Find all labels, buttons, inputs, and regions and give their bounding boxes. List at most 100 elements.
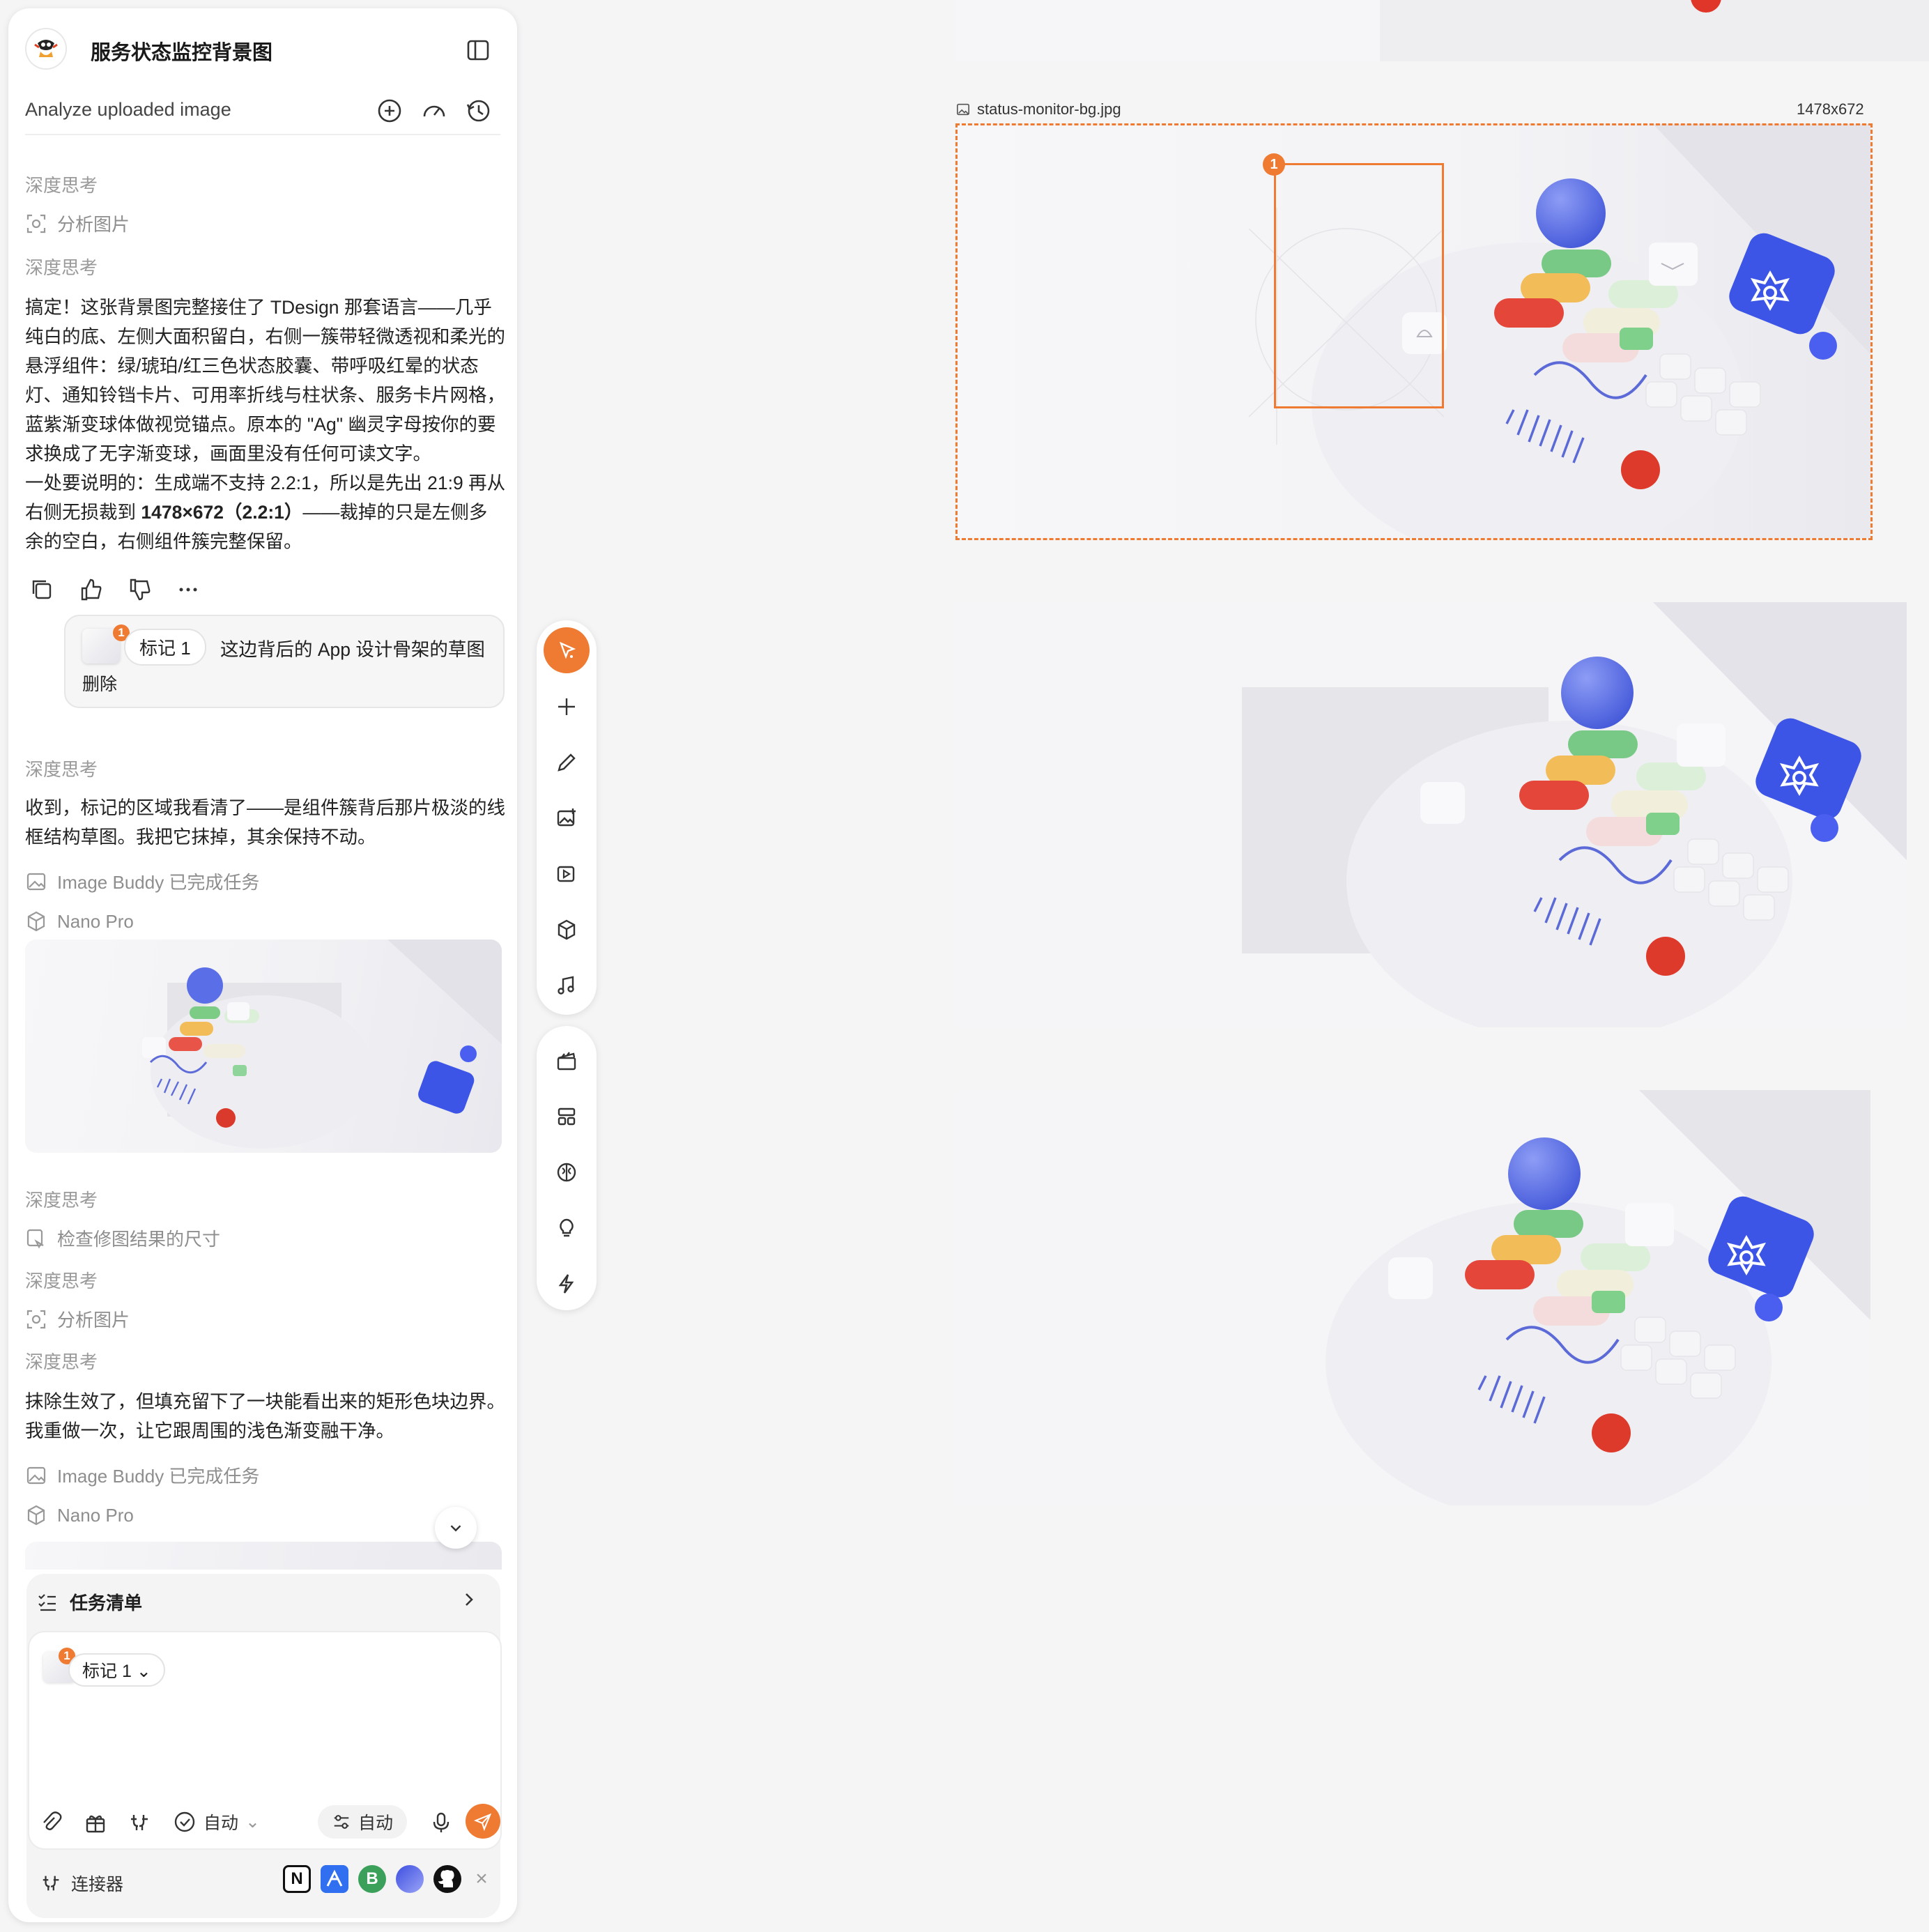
audio-tool[interactable] (550, 969, 583, 1002)
brain-tool[interactable] (550, 1156, 583, 1189)
thumbs-up-icon[interactable] (78, 577, 103, 602)
checklist-icon (38, 1593, 56, 1611)
assistant-reply-2: 收到，标记的区域我看清了——是组件簇背后那片极淡的线 框结构草图。我把它抹掉，其… (25, 793, 506, 852)
app-logo (25, 28, 67, 70)
reply-line: 框结构草图。我把它抹掉，其余保持不动。 (25, 827, 376, 848)
auto-mode-select[interactable]: 自动 ⌄ (173, 1809, 260, 1834)
idea-tool[interactable] (550, 1211, 583, 1245)
canvas-image-2[interactable] (956, 602, 1907, 1027)
attach-icon[interactable] (39, 1811, 63, 1838)
model-name: Nano Pro (57, 1504, 134, 1526)
image-plus-icon (557, 808, 576, 827)
image-dimensions: 1478x672 (1797, 100, 1864, 118)
mode-label: 自动 (203, 1814, 239, 1833)
send-button[interactable] (466, 1804, 500, 1839)
canvas-image-partial[interactable] (956, 0, 1929, 61)
plus-icon (558, 698, 575, 715)
lightbulb-icon (560, 1218, 574, 1237)
tool-result[interactable]: Image Buddy 已完成任务 (25, 1462, 259, 1488)
sidebar-toggle-icon[interactable] (466, 38, 491, 63)
storyboard-tool[interactable] (550, 1044, 583, 1078)
check-circle-icon (174, 1811, 195, 1832)
scroll-down-button[interactable] (435, 1507, 477, 1549)
pen-tool[interactable] (550, 746, 583, 779)
generated-image-preview[interactable] (25, 940, 502, 1153)
b-app-icon[interactable]: B (358, 1865, 386, 1893)
video-gen-tool[interactable] (550, 857, 583, 891)
connector-plug-icon[interactable] (128, 1811, 152, 1838)
connectors-row[interactable]: 连接器 (40, 1871, 123, 1896)
thinking-label[interactable]: 深度思考 (25, 171, 98, 197)
image-gen-tool[interactable] (550, 802, 583, 835)
chevron-down-icon: ⌄ (245, 1812, 260, 1832)
generated-image-preview-partial[interactable] (25, 1542, 502, 1570)
assistant-reply-1: 搞定！这张背景图完整接住了 TDesign 那套语言——几乎 纯白的底、左侧大面… (25, 293, 506, 556)
history-icon[interactable] (466, 98, 492, 124)
reply-line: 灯、通知铃铛卡片、可用率折线与柱状条、服务卡片网格， (25, 385, 505, 406)
task-list-row[interactable]: 任务清单 (36, 1589, 142, 1615)
canvas-image-3[interactable] (956, 1090, 1870, 1505)
auto-settings-pill[interactable]: 自动 (318, 1805, 408, 1839)
thinking-label[interactable]: 深度思考 (25, 254, 98, 279)
close-icon[interactable]: × (471, 1865, 492, 1893)
cube-icon (27, 911, 45, 932)
step-label: 检查修图结果的尺寸 (57, 1229, 221, 1250)
step-label: 分析图片 (57, 214, 130, 235)
user-mark-message: 1 标记 1 这边背后的 App 设计骨架的草图 删除 (64, 615, 505, 708)
notion-icon[interactable]: N (283, 1865, 311, 1893)
chat-panel: 服务状态监控背景图 Analyze uploaded image 深度思考 分析… (8, 8, 517, 1922)
chevron-down-icon (450, 1525, 461, 1532)
image-icon (26, 1466, 46, 1484)
brain-icon (557, 1163, 576, 1182)
check-size-step[interactable]: 检查修图结果的尺寸 (25, 1225, 220, 1251)
secondary-toolbar (537, 1026, 597, 1310)
layout-icon (558, 1107, 576, 1126)
scan-eye-icon (26, 1310, 46, 1328)
reply-line: 求换成了无字渐变球，画面里没有任何可读文字。 (25, 443, 431, 464)
connector-icons: N B × (283, 1865, 492, 1893)
github-icon[interactable] (433, 1865, 461, 1893)
linear-icon[interactable] (396, 1865, 424, 1893)
reply-line: 悬浮组件：绿/琥珀/红三色状态胶囊、带呼吸红晕的状态 (25, 355, 479, 376)
chevron-right-icon[interactable] (459, 1589, 479, 1613)
tool-result[interactable]: Image Buddy 已完成任务 (25, 868, 259, 894)
analyze-image-step[interactable]: 分析图片 (25, 210, 130, 236)
new-chat-icon[interactable] (376, 98, 403, 124)
mark-region-badge[interactable]: 1 (1263, 153, 1285, 176)
mark-chip-dropdown[interactable]: 标记 1 ⌄ (68, 1653, 165, 1687)
mark-chip[interactable]: 标记 1 (124, 629, 206, 666)
model-name: Nano Pro (57, 910, 134, 932)
sliders-icon (334, 1815, 349, 1829)
delete-label: 删除 (82, 675, 118, 694)
video-icon (557, 866, 575, 882)
add-tool[interactable] (550, 690, 583, 723)
file-name: status-monitor-bg.jpg (977, 100, 1121, 118)
copy-icon[interactable] (29, 577, 54, 602)
analyze-image-step[interactable]: 分析图片 (25, 1306, 130, 1332)
quick-tool[interactable] (550, 1267, 583, 1301)
thinking-label[interactable]: 深度思考 (25, 1348, 98, 1374)
microphone-icon[interactable] (429, 1811, 453, 1838)
gauge-icon[interactable] (421, 98, 447, 124)
mark-region-box[interactable] (1274, 163, 1444, 408)
music-icon (558, 976, 574, 995)
reply-bold: 1478×672（2.2:1） (141, 502, 303, 523)
3d-tool[interactable] (550, 913, 583, 946)
kit-icon[interactable] (321, 1865, 348, 1893)
thinking-label[interactable]: 深度思考 (25, 1186, 98, 1212)
thinking-label[interactable]: 深度思考 (25, 756, 98, 781)
reply-line: 右侧无损裁到 (25, 502, 136, 523)
select-tool[interactable] (544, 627, 590, 673)
model-label-row: Nano Pro (25, 1504, 134, 1526)
assistant-reply-3: 抹除生效了，但填充留下了一块能看出来的矩形色块边界。 我重做一次，让它跟周围的浅… (25, 1387, 506, 1446)
mark-chip-label: 标记 1 (82, 1662, 132, 1681)
cursor-icon (559, 641, 576, 659)
image-icon (26, 873, 46, 890)
layout-tool[interactable] (550, 1100, 583, 1133)
reply-line: 纯白的底、左侧大面积留白，右侧一簇带轻微透视和柔光的 (25, 326, 505, 347)
thumbs-down-icon[interactable] (127, 577, 152, 602)
more-icon[interactable] (176, 577, 201, 602)
gift-box-icon[interactable] (84, 1811, 107, 1838)
thinking-label[interactable]: 深度思考 (25, 1267, 98, 1293)
clapperboard-icon (557, 1052, 576, 1071)
